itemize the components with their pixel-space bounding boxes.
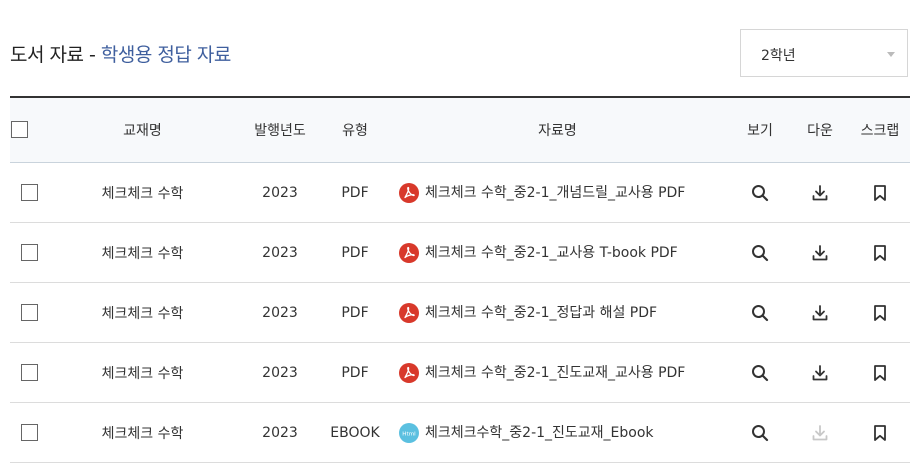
file-name-link[interactable]: 체크체크 수학_중2-1_교사용 T-book PDF xyxy=(425,245,678,261)
cell-book: 체크체크 수학 xyxy=(50,162,235,223)
page: 도서 자료 - 학생용 정답 자료 2학년 교재명 발행년도 유형 자료명 보기… xyxy=(0,0,920,475)
search-icon[interactable] xyxy=(750,363,770,383)
bookmark-icon[interactable] xyxy=(870,423,890,443)
table-row: 체크체크 수학 2023 PDF 체크체크 수학_중2-1_진도교재_교사용 P… xyxy=(10,342,910,403)
page-title-accent: 학생용 정답 자료 xyxy=(100,44,231,66)
cell-year: 2023 xyxy=(235,162,325,223)
search-icon[interactable] xyxy=(750,423,770,443)
file-name-link[interactable]: 체크체크 수학_중2-1_정답과 해설 PDF xyxy=(425,305,657,321)
table-header-row: 교재명 발행년도 유형 자료명 보기 다운 스크랩 xyxy=(10,97,910,163)
cell-type: PDF xyxy=(325,282,385,343)
file-name-link[interactable]: 체크체크 수학_중2-1_진도교재_교사용 PDF xyxy=(425,365,685,381)
cell-type: EBOOK xyxy=(325,402,385,463)
col-type: 유형 xyxy=(325,97,385,163)
table-row: 체크체크 수학 2023 PDF 체크체크 수학_중2-1_정답과 해설 PDF xyxy=(10,282,910,343)
bookmark-icon[interactable] xyxy=(870,243,890,263)
cell-book: 체크체크 수학 xyxy=(50,282,235,343)
search-icon[interactable] xyxy=(750,243,770,263)
pdf-icon xyxy=(399,183,419,203)
select-all-checkbox[interactable] xyxy=(11,120,28,138)
page-title: 도서 자료 - 학생용 정답 자료 xyxy=(10,40,231,67)
cell-book: 체크체크 수학 xyxy=(50,342,235,403)
download-icon xyxy=(810,423,830,443)
cell-year: 2023 xyxy=(235,402,325,463)
col-view: 보기 xyxy=(730,97,790,163)
pdf-icon xyxy=(399,363,419,383)
table-row: 체크체크 수학 2023 PDF 체크체크 수학_중2-1_교사용 T-book… xyxy=(10,222,910,283)
download-icon[interactable] xyxy=(810,243,830,263)
search-icon[interactable] xyxy=(750,183,770,203)
row-checkbox[interactable] xyxy=(21,184,38,201)
cell-year: 2023 xyxy=(235,342,325,403)
row-checkbox[interactable] xyxy=(21,304,38,321)
pdf-icon xyxy=(399,243,419,263)
row-checkbox[interactable] xyxy=(21,244,38,261)
chevron-down-icon xyxy=(887,52,895,57)
col-book: 교재명 xyxy=(50,97,235,163)
html-icon: Html xyxy=(399,423,419,443)
grade-select[interactable]: 2학년 xyxy=(740,29,908,77)
bookmark-icon[interactable] xyxy=(870,183,890,203)
download-icon[interactable] xyxy=(810,363,830,383)
table-row: 체크체크 수학 2023 EBOOK Html 체크체크수학_중2-1_진도교재_… xyxy=(10,402,910,463)
cell-year: 2023 xyxy=(235,282,325,343)
file-name-link[interactable]: 체크체크수학_중2-1_진도교재_Ebook xyxy=(425,425,654,441)
row-checkbox[interactable] xyxy=(21,424,38,441)
col-year: 발행년도 xyxy=(235,97,325,163)
cell-type: PDF xyxy=(325,162,385,223)
download-icon[interactable] xyxy=(810,183,830,203)
svg-text:Html: Html xyxy=(402,432,416,438)
bookmark-icon[interactable] xyxy=(870,303,890,323)
file-name-link[interactable]: 체크체크 수학_중2-1_개념드릴_교사용 PDF xyxy=(425,185,685,201)
table-row: 체크체크 수학 2023 PDF 체크체크 수학_중2-1_개념드릴_교사용 P… xyxy=(10,162,910,223)
cell-book: 체크체크 수학 xyxy=(50,402,235,463)
bookmark-icon[interactable] xyxy=(870,363,890,383)
col-name: 자료명 xyxy=(385,97,730,163)
cell-book: 체크체크 수학 xyxy=(50,222,235,283)
page-title-prefix: 도서 자료 - xyxy=(10,44,101,66)
col-download: 다운 xyxy=(790,97,850,163)
search-icon[interactable] xyxy=(750,303,770,323)
col-scrap: 스크랩 xyxy=(850,97,910,163)
grade-select-value: 2학년 xyxy=(761,48,796,64)
row-checkbox[interactable] xyxy=(21,364,38,381)
cell-type: PDF xyxy=(325,342,385,403)
cell-type: PDF xyxy=(325,222,385,283)
download-icon[interactable] xyxy=(810,303,830,323)
pdf-icon xyxy=(399,303,419,323)
cell-year: 2023 xyxy=(235,222,325,283)
resource-table: 교재명 발행년도 유형 자료명 보기 다운 스크랩 체크체크 수학 2023 P… xyxy=(10,96,910,463)
